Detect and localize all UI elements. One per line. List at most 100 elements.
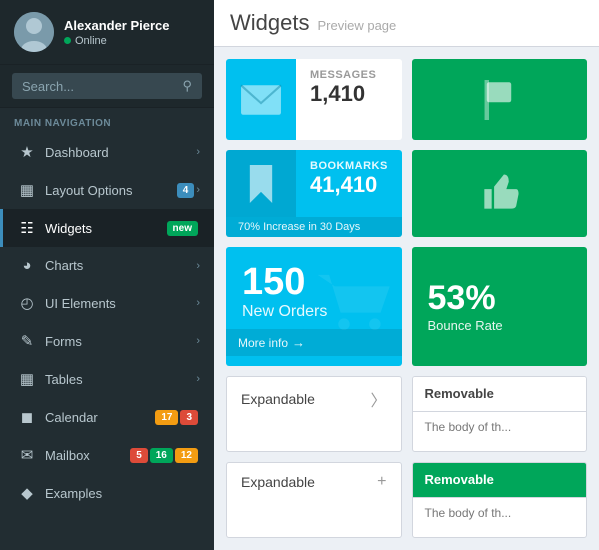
plus-icon: +	[377, 473, 386, 491]
status-text: Online	[75, 35, 107, 47]
removable-body-2: The body of th...	[413, 498, 587, 528]
expandable-panel-1: Expandable 〉	[226, 376, 402, 452]
sidebar-item-label: Layout Options	[45, 183, 177, 198]
sidebar: Alexander Pierce Online ⚲ MAIN NAVIGATIO…	[0, 0, 214, 550]
expandable-header-2[interactable]: Expandable +	[227, 463, 401, 501]
badge-mailbox-2: 16	[150, 448, 173, 463]
sidebar-item-label: Forms	[45, 334, 196, 349]
removable-title-1: Removable	[425, 386, 494, 401]
bookmarks-value: 41,410	[310, 172, 388, 198]
widgets-icon: ☷	[17, 219, 37, 237]
bookmarks-footer: 70% Increase in 30 Days	[226, 217, 402, 237]
expandable-title-1: Expandable	[241, 391, 315, 407]
bounce-label: Bounce Rate	[428, 318, 572, 333]
chevron-right-icon: ›	[196, 184, 200, 196]
sidebar-item-dashboard[interactable]: ★ Dashboard ›	[0, 133, 214, 171]
sidebar-item-forms[interactable]: ✎ Forms ›	[0, 322, 214, 360]
ui-icon: ◴	[17, 294, 37, 312]
removable-panel-2: Removable The body of th...	[412, 462, 588, 538]
search-input-wrap[interactable]: ⚲	[12, 73, 202, 99]
badge-mailbox-1: 5	[130, 448, 148, 463]
sidebar-item-charts[interactable]: ◕ Charts ›	[0, 247, 214, 284]
chevron-right-icon: ›	[196, 297, 200, 309]
widget-flag	[412, 59, 588, 140]
layout-icon: ▦	[17, 181, 37, 199]
bookmarks-inner: BOOKMARKS 41,410	[226, 150, 402, 217]
sidebar-item-label: Dashboard	[45, 145, 196, 160]
thumbs-up-icon	[477, 172, 521, 216]
preview-label: Preview page	[317, 18, 396, 33]
bounce-value: 53%	[428, 279, 572, 318]
charts-icon: ◕	[17, 257, 37, 274]
search-box: ⚲	[0, 65, 214, 108]
search-icon: ⚲	[182, 78, 192, 94]
badge-layout: 4	[177, 183, 195, 198]
user-name: Alexander Pierce	[64, 18, 200, 33]
bookmark-icon	[242, 165, 280, 203]
messages-icon-box	[226, 59, 296, 140]
widget-bookmarks: BOOKMARKS 41,410 70% Increase in 30 Days	[226, 150, 402, 237]
forms-icon: ✎	[17, 332, 37, 350]
status-dot	[64, 37, 71, 44]
examples-icon: ◆	[17, 484, 37, 502]
chevron-right-icon: ›	[196, 335, 200, 347]
messages-value: 1,410	[310, 81, 388, 107]
removable-panel-1: Removable The body of th...	[412, 376, 588, 452]
sidebar-item-label: UI Elements	[45, 296, 196, 311]
bookmarks-label: BOOKMARKS	[310, 160, 388, 172]
expandable-panel-2: Expandable +	[226, 462, 402, 538]
removable-body-1: The body of th...	[413, 412, 587, 442]
chevron-right-icon: ›	[196, 260, 200, 272]
sidebar-item-examples[interactable]: ◆ Examples	[0, 474, 214, 512]
tables-icon: ▦	[17, 370, 37, 388]
removable-header-2: Removable	[413, 463, 587, 498]
sidebar-item-widgets[interactable]: ☷ Widgets new	[0, 209, 214, 247]
chevron-right-icon: ›	[196, 146, 200, 158]
main-content: Widgets Preview page MESSAGES 1,410	[214, 0, 599, 550]
nav-label: MAIN NAVIGATION	[0, 108, 214, 133]
badge-calendar-2: 3	[180, 410, 198, 425]
orders-footer-text: More info	[238, 336, 288, 350]
messages-label: MESSAGES	[310, 69, 388, 81]
expandable-header-1[interactable]: Expandable 〉	[227, 377, 401, 421]
arrow-right-icon: →	[292, 335, 305, 350]
user-status: Online	[64, 35, 200, 47]
mailbox-icon: ✉	[17, 446, 37, 464]
sidebar-item-label: Charts	[45, 258, 196, 273]
search-input[interactable]	[22, 79, 182, 94]
cart-icon	[312, 269, 392, 344]
flag-icon	[479, 80, 519, 120]
sidebar-item-label: Tables	[45, 372, 196, 387]
sidebar-item-tables[interactable]: ▦ Tables ›	[0, 360, 214, 398]
sidebar-item-label: Mailbox	[45, 448, 130, 463]
sidebar-item-label: Calendar	[45, 410, 155, 425]
badge-calendar-1: 17	[155, 410, 178, 425]
sidebar-item-ui-elements[interactable]: ◴ UI Elements ›	[0, 284, 214, 322]
chevron-right-icon: ›	[196, 373, 200, 385]
bookmarks-body: BOOKMARKS 41,410	[296, 150, 402, 217]
badge-mailbox-3: 12	[175, 448, 198, 463]
dashboard-icon: ★	[17, 143, 37, 161]
badge-new: new	[167, 221, 198, 236]
page-title: Widgets	[230, 10, 309, 36]
sidebar-item-label: Widgets	[45, 221, 167, 236]
widget-messages: MESSAGES 1,410	[226, 59, 402, 140]
main-header: Widgets Preview page	[214, 0, 599, 47]
removable-header-1: Removable	[413, 377, 587, 412]
user-info: Alexander Pierce Online	[64, 18, 200, 47]
messages-body: MESSAGES 1,410	[296, 59, 402, 140]
expandable-title-2: Expandable	[241, 474, 315, 490]
widget-thumb	[412, 150, 588, 237]
widget-orders: 150 New Orders More info →	[226, 247, 402, 365]
removable-title-2: Removable	[425, 472, 494, 487]
user-panel: Alexander Pierce Online	[0, 0, 214, 65]
widget-bounce: 53% Bounce Rate	[412, 247, 588, 365]
content-area: MESSAGES 1,410 BOOKMARKS	[214, 47, 599, 550]
sidebar-item-mailbox[interactable]: ✉ Mailbox 5 16 12	[0, 436, 214, 474]
calendar-icon: ◼	[17, 408, 37, 426]
bookmarks-icon-box	[226, 150, 296, 217]
avatar	[14, 12, 54, 52]
sidebar-item-layout-options[interactable]: ▦ Layout Options 4 ›	[0, 171, 214, 209]
cursor-icon: 〉	[370, 387, 386, 411]
sidebar-item-calendar[interactable]: ◼ Calendar 17 3	[0, 398, 214, 436]
